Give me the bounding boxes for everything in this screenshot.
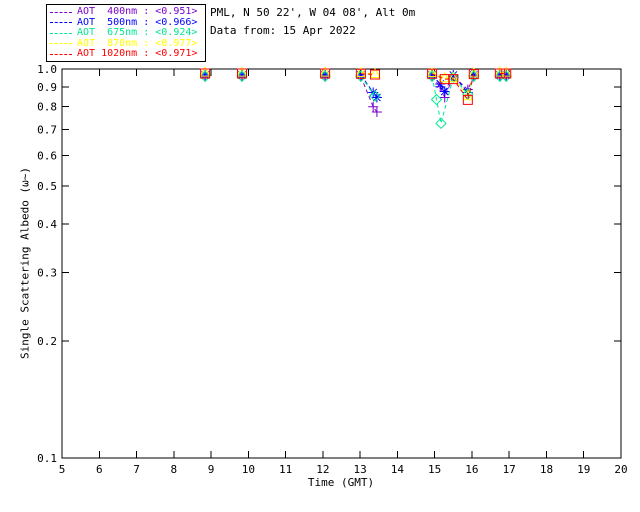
x-tick-label: 11 [279,463,292,476]
y-tick-label: 0.9 [37,81,57,94]
legend-entry-aot-500nm: AOT 500nm : <0.966> [50,16,202,28]
x-tick-label: 6 [96,463,103,476]
legend-entry-aot-675nm: AOT 675nm : <0.924> [50,28,202,38]
y-tick-label: 0.1 [37,452,57,465]
y-tick-label: 0.5 [37,180,57,193]
plot-frame [61,68,622,459]
legend-entry-aot-1020nm: AOT 1020nm : <0.971> [50,49,202,59]
legend-entry-label: AOT 675nm : <0.924> [77,27,198,38]
x-tick-label: 12 [316,463,329,476]
y-tick-label: 0.4 [37,218,57,231]
x-tick-label: 14 [391,463,405,476]
legend-line-sample [50,43,72,44]
x-tick-label: 20 [614,463,627,476]
legend-entry-aot-870nm: AOT 870nm : <0.977> [50,37,202,49]
y-tick-label: 0.6 [37,149,57,162]
data-point-675nm [435,117,447,130]
y-tick-label: 1.0 [37,63,57,76]
y-axis-title: Single Scattering Albedo (ω~) [18,166,32,360]
y-tick-label: 0.2 [37,335,57,348]
x-tick-label: 15 [428,463,441,476]
x-tick-label: 10 [242,463,255,476]
legend-entry-label: AOT 400nm : <0.951> [77,6,198,17]
series-line-1020nm [360,73,376,75]
legend-box: AOT 400nm : <0.951> AOT 500nm : <0.966> AO… [46,4,206,62]
data-date-text: Data from: 15 Apr 2022 [210,24,356,37]
x-tick-label: 16 [465,463,478,476]
legend-line-sample [50,32,72,34]
ssa-time-series-chart: 5 6 7 8 9 10 11 12 13 14 15 16 17 18 19 20 0.1 0.2 0.3 0.4 0… [37,63,628,476]
x-tick-label: 8 [170,463,177,476]
legend-entry-label: AOT 1020nm : <0.971> [77,48,198,59]
plot-page: 5 6 7 8 9 10 11 12 13 14 15 16 17 18 19 20 0.1 0.2 0.3 0.4 0… [0,0,640,512]
x-axis-title: Time (GMT) [307,476,375,489]
x-tick-label: 17 [503,463,516,476]
x-tick-label: 9 [208,463,215,476]
y-tick-label: 0.3 [37,266,57,279]
site-location-text: PML, N 50 22', W 04 08', Alt 0m [210,6,416,19]
x-tick-label: 7 [133,463,140,476]
x-tick-label: 5 [59,463,66,476]
x-tick-label: 13 [354,463,367,476]
legend-entry-label: AOT 500nm : <0.966> [77,16,198,28]
y-tick-label: 0.7 [37,123,57,136]
legend-entry-aot-400nm: AOT 400nm : <0.951> [50,7,202,17]
y-tick-label: 0.8 [37,101,57,114]
x-tick-label: 18 [540,463,553,476]
legend-line-sample [50,22,72,23]
legend-line-sample [50,53,72,55]
x-tick-label: 19 [577,463,590,476]
legend-line-sample [50,11,72,13]
legend-entry-label: AOT 870nm : <0.977> [77,37,198,49]
